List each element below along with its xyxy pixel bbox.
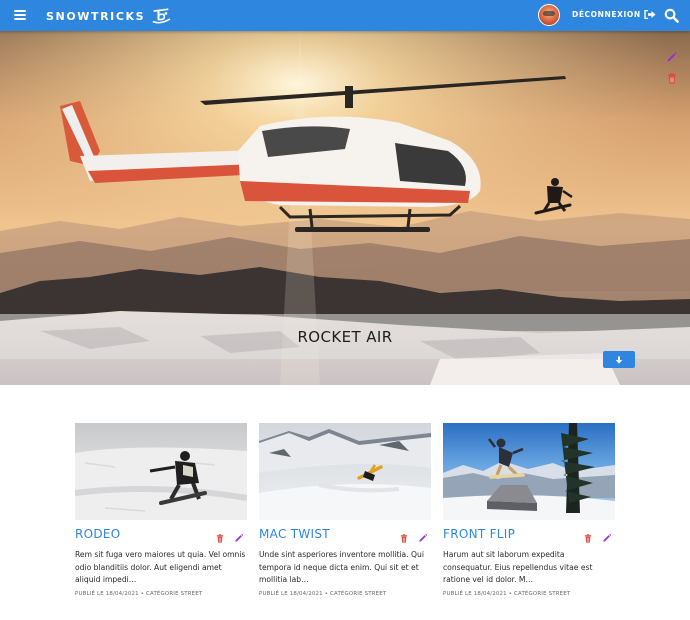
arrow-down-icon bbox=[615, 356, 623, 364]
delete-trick-icon[interactable] bbox=[400, 534, 408, 543]
trick-card: FRONT FLIP Harum aut sit laborum expedit… bbox=[443, 423, 615, 597]
trick-title-link[interactable]: FRONT FLIP bbox=[443, 527, 515, 541]
trick-description: Rem sit fuga vero maiores ut quia. Vel o… bbox=[75, 550, 246, 584]
trick-title-link[interactable]: RODEO bbox=[75, 527, 121, 541]
scroll-down-button[interactable] bbox=[603, 351, 635, 368]
trick-thumbnail[interactable] bbox=[259, 423, 431, 520]
trick-thumbnail[interactable] bbox=[75, 423, 247, 520]
trick-thumbnail[interactable] bbox=[443, 423, 615, 520]
trick-card: RODEO Rem sit fuga vero maiores ut quia.… bbox=[75, 423, 247, 597]
trick-description: Harum aut sit laborum expedita consequat… bbox=[443, 550, 593, 584]
logout-button[interactable]: DÉCONNEXION bbox=[572, 10, 656, 19]
brand-name: SNOWTRICKS bbox=[46, 9, 146, 23]
delete-trick-icon[interactable] bbox=[584, 534, 592, 543]
edit-trick-icon[interactable] bbox=[418, 533, 428, 543]
hero-title: ROCKET AIR bbox=[297, 327, 393, 346]
top-navbar: SNOWTRICKS DÉCONNEXION bbox=[0, 0, 690, 31]
edit-trick-icon[interactable] bbox=[602, 533, 612, 543]
logout-label: DÉCONNEXION bbox=[572, 10, 641, 19]
trick-card: MAC TWIST Unde sint asperiores inventore… bbox=[259, 423, 431, 597]
trick-description: Unde sint asperiores inventore mollitia.… bbox=[259, 550, 424, 584]
brand-home-link[interactable]: SNOWTRICKS bbox=[46, 7, 171, 25]
delete-trick-icon[interactable] bbox=[216, 534, 224, 543]
search-icon[interactable] bbox=[664, 8, 679, 23]
trick-meta: PUBLIÉ LE 18/04/2021 • CATÉGORIE STREET bbox=[75, 591, 203, 597]
hero-caption: ROCKET AIR bbox=[0, 314, 690, 359]
hero-banner: ROCKET AIR bbox=[0, 31, 690, 385]
edit-trick-icon[interactable] bbox=[666, 51, 678, 63]
delete-trick-icon[interactable] bbox=[667, 73, 677, 84]
sign-out-icon bbox=[644, 10, 656, 19]
user-avatar[interactable] bbox=[538, 4, 560, 26]
edit-trick-icon[interactable] bbox=[234, 533, 244, 543]
trick-meta: PUBLIÉ LE 18/04/2021 • CATÉGORIE STREET bbox=[259, 591, 387, 597]
snowboarder-logo-icon bbox=[152, 8, 171, 24]
hamburger-icon[interactable] bbox=[14, 10, 26, 20]
trick-title-link[interactable]: MAC TWIST bbox=[259, 527, 330, 541]
trick-meta: PUBLIÉ LE 18/04/2021 • CATÉGORIE STREET bbox=[443, 591, 571, 597]
